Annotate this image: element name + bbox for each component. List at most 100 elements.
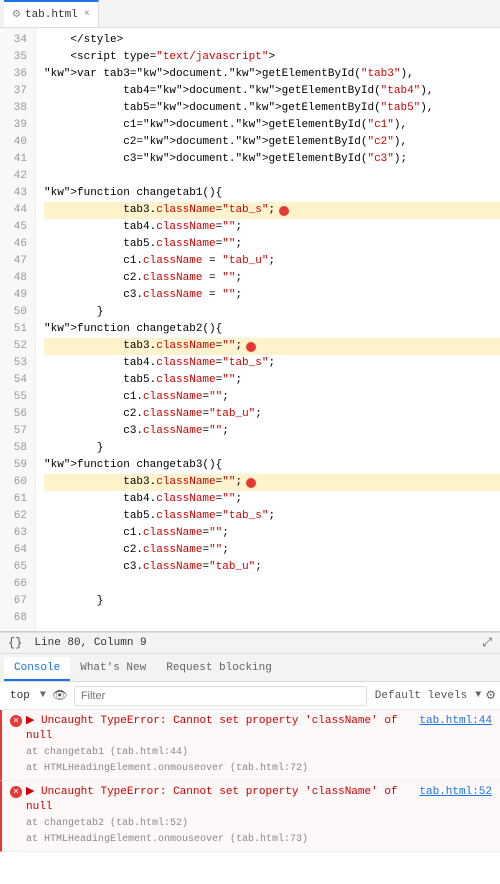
levels-dropdown-arrow[interactable]: ▼ <box>475 690 481 701</box>
code-line: tab4.className=""; <box>44 219 500 236</box>
line-number: 52 <box>4 338 27 355</box>
line-number: 62 <box>4 508 27 525</box>
code-line: tab4.className=""; <box>44 491 500 508</box>
line-number: 56 <box>4 406 27 423</box>
code-line: tab5.className="tab_s"; <box>44 508 500 525</box>
line-number: 67 <box>4 593 27 610</box>
line-number: 39 <box>4 117 27 134</box>
console-messages: ✕ ▶ Uncaught TypeError: Cannot set proper… <box>0 710 500 884</box>
context-dropdown-arrow[interactable]: ▼ <box>40 690 46 701</box>
tab-item-html[interactable]: ⚙ tab.html × <box>4 0 99 27</box>
line-col-indicator: Line 80, Column 9 <box>34 637 146 649</box>
code-line: } <box>44 304 500 321</box>
devtools-tabs: ConsoleWhat's NewRequest blocking <box>0 654 500 682</box>
message-location[interactable]: tab.html:52 <box>419 785 492 800</box>
line-number: 40 <box>4 134 27 151</box>
code-line: c1.className = "tab_u"; <box>44 253 500 270</box>
code-line: c2.className=""; <box>44 542 500 559</box>
line-number: 42 <box>4 168 27 185</box>
devtools-panel: ConsoleWhat's NewRequest blocking top ▼ … <box>0 654 500 884</box>
devtools-tab-request-blocking[interactable]: Request blocking <box>156 657 282 681</box>
line-number: 60 <box>4 474 27 491</box>
line-number: 50 <box>4 304 27 321</box>
code-line: tab3.className=""; <box>44 474 500 491</box>
line-number: 65 <box>4 559 27 576</box>
context-selector[interactable]: top <box>4 690 36 702</box>
devtools-tab-what's-new[interactable]: What's New <box>70 657 156 681</box>
line-number: 36 <box>4 66 27 83</box>
eye-icon[interactable]: 👁 <box>50 686 70 706</box>
code-line: c1.className=""; <box>44 389 500 406</box>
line-number: 45 <box>4 219 27 236</box>
line-number: 34 <box>4 32 27 49</box>
console-message: ✕▶ Uncaught TypeError: Cannot set proper… <box>0 710 500 781</box>
settings-icon[interactable]: ⚙ <box>485 688 496 703</box>
line-number: 57 <box>4 423 27 440</box>
line-number: 43 <box>4 185 27 202</box>
line-number: 55 <box>4 389 27 406</box>
error-icon: ✕ <box>10 786 22 798</box>
line-number: 61 <box>4 491 27 508</box>
log-levels-selector[interactable]: Default levels <box>371 690 471 702</box>
line-number: 47 <box>4 253 27 270</box>
code-line: tab5="kw">document."kw">getElementById("… <box>44 100 500 117</box>
code-line: } <box>44 440 500 457</box>
code-line: tab4="kw">document."kw">getElementById("… <box>44 83 500 100</box>
code-line: c3.className = ""; <box>44 287 500 304</box>
line-number: 54 <box>4 372 27 389</box>
line-number: 51 <box>4 321 27 338</box>
code-line: } <box>44 593 500 610</box>
line-number: 44 <box>4 202 27 219</box>
expand-icon[interactable]: ⤢ <box>482 636 492 650</box>
devtools-toolbar: top ▼ 👁 Default levels ▼ ⚙ <box>0 682 500 710</box>
line-number: 63 <box>4 525 27 542</box>
line-number: 66 <box>4 576 27 593</box>
message-row: ▶ Uncaught TypeError: Cannot set propert… <box>26 785 492 815</box>
format-icon: {} <box>8 636 22 650</box>
code-line: <script type="text/javascript"> <box>44 49 500 66</box>
code-line: tab3.className=""; <box>44 338 500 355</box>
message-sub1: at changetab2 (tab.html:52) <box>26 816 492 831</box>
message-sub2: at HTMLHeadingElement.onmouseover (tab.h… <box>26 832 492 847</box>
error-icon: ✕ <box>10 715 22 727</box>
line-number: 64 <box>4 542 27 559</box>
code-line: </style> <box>44 32 500 49</box>
line-number: 59 <box>4 457 27 474</box>
console-message: ✕ ▶ Uncaught TypeError: Cannot set proper… <box>0 781 500 852</box>
code-line: c3.className="tab_u"; <box>44 559 500 576</box>
line-number: 38 <box>4 100 27 117</box>
error-indicator <box>246 342 256 352</box>
line-number: 48 <box>4 270 27 287</box>
code-line: c2.className = ""; <box>44 270 500 287</box>
line-number: 49 <box>4 287 27 304</box>
code-line <box>44 610 500 627</box>
console-filter-input[interactable] <box>74 686 367 706</box>
code-editor: ⚙ tab.html × 343536373839404142434445464… <box>0 0 500 632</box>
line-number: 58 <box>4 440 27 457</box>
devtools-tab-console[interactable]: Console <box>4 657 70 681</box>
code-line: tab5.className=""; <box>44 236 500 253</box>
code-line: c1.className=""; <box>44 525 500 542</box>
line-numbers: 3435363738394041424344454647484950515253… <box>0 28 36 631</box>
code-line: c2="kw">document."kw">getElementById("c2… <box>44 134 500 151</box>
code-line: tab5.className=""; <box>44 372 500 389</box>
tab-close-button[interactable]: × <box>84 9 90 20</box>
code-line: c3="kw">document."kw">getElementById("c3… <box>44 151 500 168</box>
code-line: tab3.className="tab_s"; <box>44 202 500 219</box>
error-indicator <box>246 478 256 488</box>
message-location[interactable]: tab.html:44 <box>419 714 492 729</box>
line-number: 46 <box>4 236 27 253</box>
code-content: 3435363738394041424344454647484950515253… <box>0 28 500 631</box>
line-number: 68 <box>4 610 27 627</box>
tab-bar: ⚙ tab.html × <box>0 0 500 28</box>
code-line: c3.className=""; <box>44 423 500 440</box>
code-line: "kw">function changetab2(){ <box>44 321 500 338</box>
line-number: 41 <box>4 151 27 168</box>
message-sub2: at HTMLHeadingElement.onmouseover (tab.h… <box>26 761 492 776</box>
error-indicator <box>279 206 289 216</box>
line-number: 35 <box>4 49 27 66</box>
code-line: "kw">function changetab1(){ <box>44 185 500 202</box>
message-content: ▶ Uncaught TypeError: Cannot set propert… <box>26 785 492 847</box>
line-number: 37 <box>4 83 27 100</box>
code-line: "kw">var tab3="kw">document."kw">getElem… <box>44 66 500 83</box>
